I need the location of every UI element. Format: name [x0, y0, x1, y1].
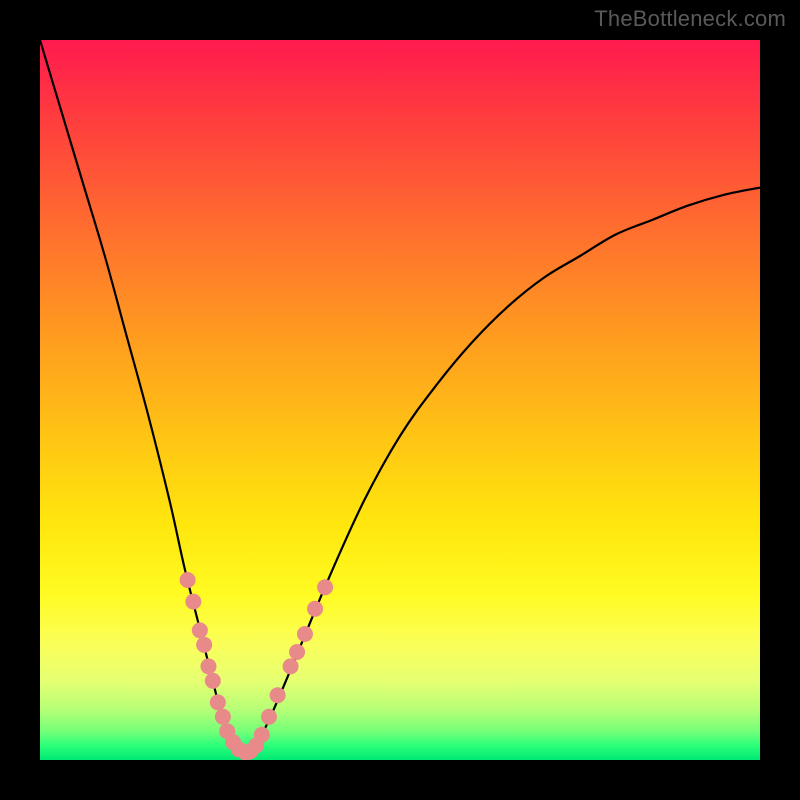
- chart-dot: [270, 687, 286, 703]
- chart-dots-group: [180, 572, 334, 760]
- chart-dot: [254, 727, 270, 743]
- chart-curve: [40, 40, 760, 754]
- chart-dot: [307, 601, 323, 617]
- chart-dot: [261, 709, 277, 725]
- watermark-text: TheBottleneck.com: [594, 6, 786, 32]
- chart-dot: [289, 644, 305, 660]
- chart-dot: [297, 626, 313, 642]
- chart-dot: [200, 658, 216, 674]
- chart-dot: [317, 579, 333, 595]
- chart-dot: [283, 658, 299, 674]
- chart-plot-area: [40, 40, 760, 760]
- chart-dot: [196, 637, 212, 653]
- chart-overlay-svg: [40, 40, 760, 760]
- chart-dot: [210, 694, 226, 710]
- chart-dot: [192, 622, 208, 638]
- chart-stage: TheBottleneck.com: [0, 0, 800, 800]
- chart-dot: [185, 594, 201, 610]
- chart-dot: [215, 709, 231, 725]
- chart-dot: [205, 673, 221, 689]
- chart-dot: [180, 572, 196, 588]
